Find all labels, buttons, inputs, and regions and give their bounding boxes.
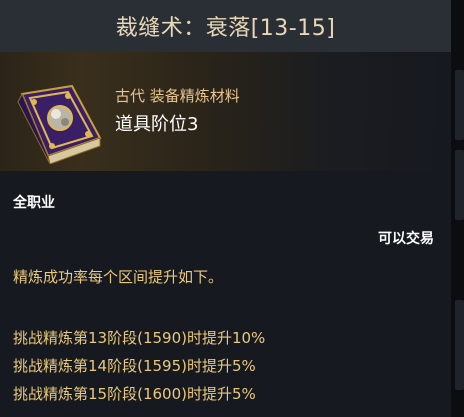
refine-bonus-line: 挑战精炼第14阶段(1595)时提升5% bbox=[13, 357, 256, 375]
item-tooltip: 裁缝术：衰落[13-15] 古代 装备精炼材料 道具阶位3 全职业 可以交易 精… bbox=[0, 0, 451, 417]
item-grade-type: 古代 装备精炼材料 bbox=[115, 87, 240, 105]
class-requirement: 全职业 bbox=[13, 195, 55, 211]
item-description: 精炼成功率每个区间提升如下。 bbox=[13, 268, 224, 286]
ancient-tome-icon bbox=[17, 84, 102, 164]
item-name: 道具阶位3 bbox=[115, 114, 199, 135]
side-panel-segment bbox=[455, 70, 464, 140]
trade-status: 可以交易 bbox=[378, 231, 434, 247]
side-panel-segment bbox=[455, 150, 464, 220]
side-panel-segment bbox=[455, 300, 464, 390]
tooltip-title: 裁缝术：衰落[13-15] bbox=[115, 16, 336, 41]
tooltip-header: 裁缝术：衰落[13-15] bbox=[0, 0, 451, 52]
refine-bonus-line: 挑战精炼第15阶段(1600)时提升5% bbox=[13, 385, 256, 403]
refine-bonus-line: 挑战精炼第13阶段(1590)时提升10% bbox=[13, 329, 266, 347]
side-panel-edge bbox=[451, 0, 464, 417]
